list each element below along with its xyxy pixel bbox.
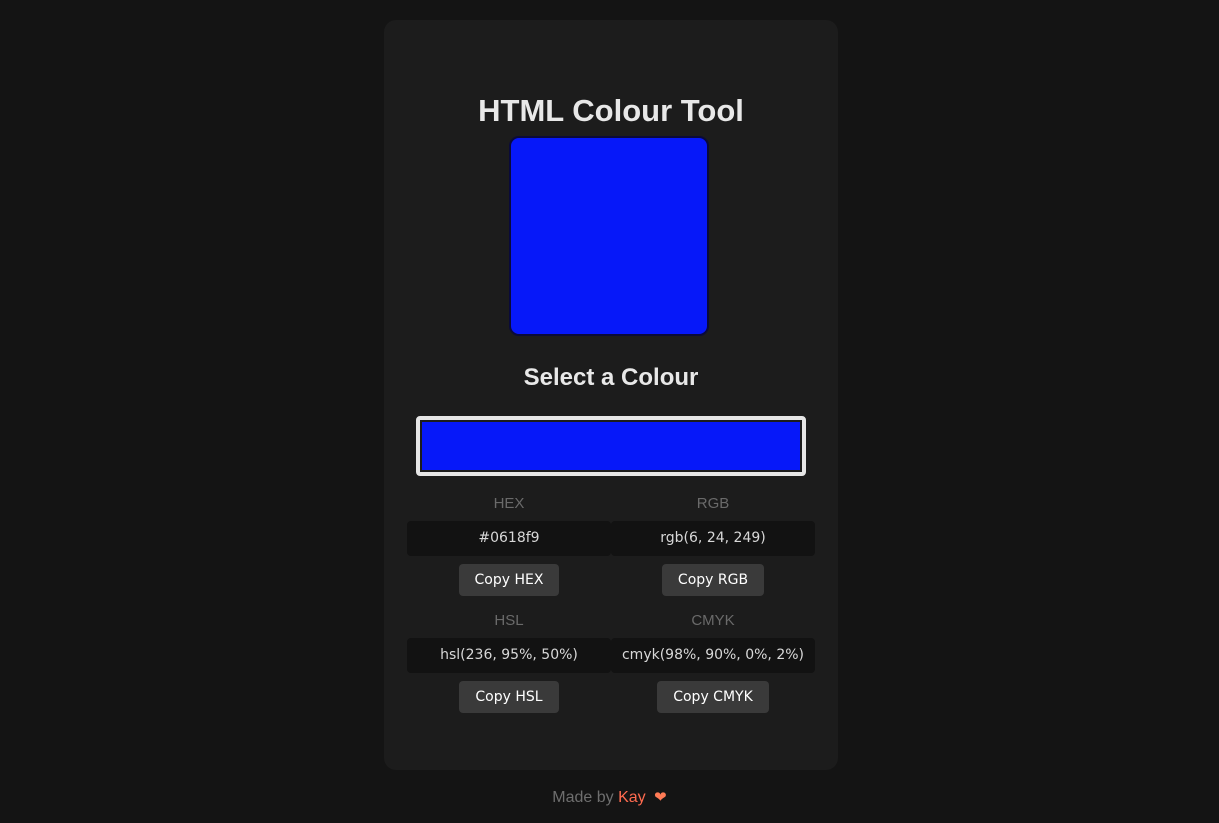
cmyk-value: cmyk(98%, 90%, 0%, 2%) <box>611 638 815 673</box>
colour-preview <box>509 136 709 336</box>
copy-cmyk-button[interactable]: Copy CMYK <box>657 681 769 713</box>
colour-picker-swatch[interactable] <box>420 420 802 472</box>
colour-picker-input[interactable] <box>416 416 806 476</box>
rgb-label: RGB <box>696 495 730 512</box>
rgb-value: rgb(6, 24, 249) <box>611 521 815 556</box>
cmyk-label: CMYK <box>691 612 735 629</box>
hex-value: #0618f9 <box>407 521 611 556</box>
footer: Made by Kay ❤ <box>0 788 1219 807</box>
rgb-section: RGB rgb(6, 24, 249) Copy RGB <box>611 494 815 596</box>
select-colour-heading: Select a Colour <box>523 364 699 391</box>
heart-icon: ❤ <box>654 789 667 806</box>
page-title: HTML Colour Tool <box>478 93 744 128</box>
footer-prefix: Made by <box>552 789 614 806</box>
copy-rgb-button[interactable]: Copy RGB <box>661 564 765 596</box>
colour-tool-card: HTML Colour Tool Select a Colour HEX #06… <box>384 20 838 770</box>
cmyk-section: CMYK cmyk(98%, 90%, 0%, 2%) Copy CMYK <box>611 611 815 713</box>
hsl-label: HSL <box>494 612 524 629</box>
hsl-section: HSL hsl(236, 95%, 50%) Copy HSL <box>407 611 611 713</box>
hsl-value: hsl(236, 95%, 50%) <box>407 638 611 673</box>
hex-label: HEX <box>493 495 525 512</box>
hex-section: HEX #0618f9 Copy HEX <box>407 494 611 596</box>
author-link[interactable]: Kay <box>618 789 646 806</box>
copy-hex-button[interactable]: Copy HEX <box>458 564 560 596</box>
copy-hsl-button[interactable]: Copy HSL <box>459 681 559 713</box>
